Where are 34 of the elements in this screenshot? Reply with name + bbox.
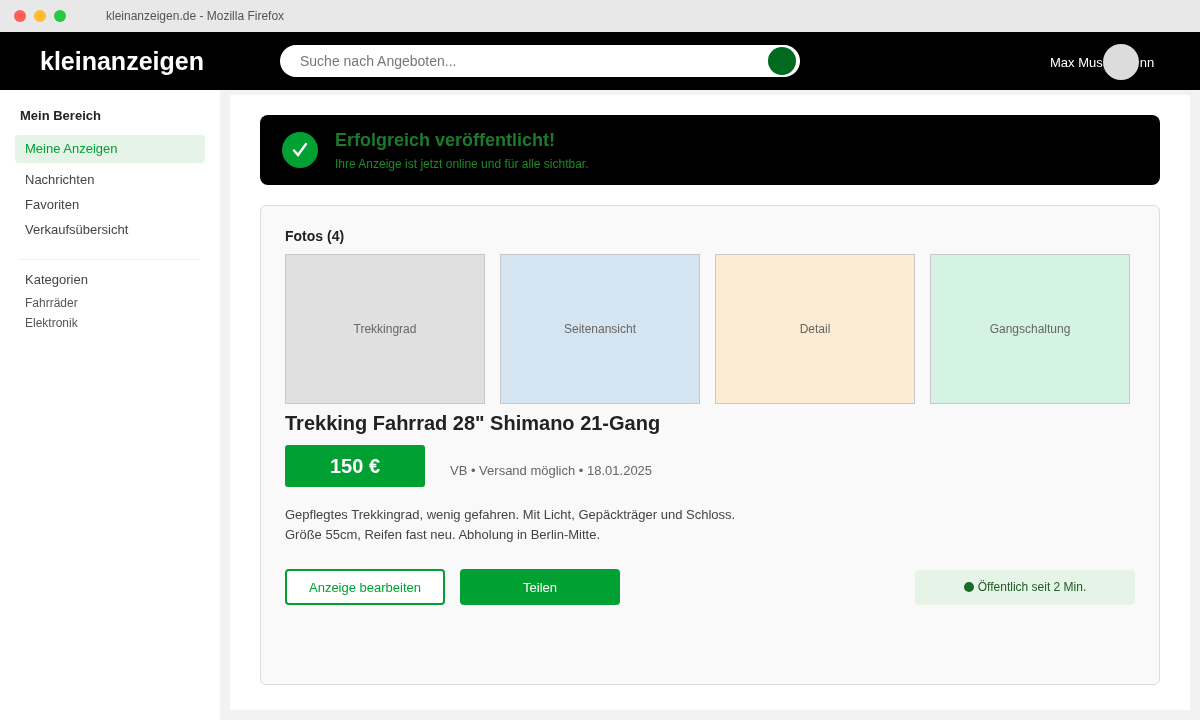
listing-title: Trekking Fahrrad 28" Shimano 21-Gang bbox=[285, 412, 662, 435]
checkmark-icon bbox=[282, 132, 318, 168]
listing-meta: VB • Versand möglich • 18.01.2025 bbox=[450, 462, 653, 478]
minimize-window-icon[interactable] bbox=[34, 10, 46, 22]
description-text: Gepflegtes Trekkingrad, wenig gefahren. Mit Licht, Gepäckträger und Schloss. bbox=[285, 506, 737, 524]
photo-placeholder[interactable]: Seitenansicht bbox=[500, 254, 700, 404]
description-text: Größe 55cm, Reifen fast neu. Abholung in Berlin-Mitte. bbox=[285, 526, 602, 544]
close-window-icon[interactable] bbox=[14, 10, 26, 22]
sidebar-item[interactable]: Meine Anzeigen bbox=[15, 135, 205, 163]
user-name: Max Mus bbox=[1050, 54, 1103, 70]
maximize-window-icon[interactable] bbox=[54, 10, 66, 22]
status-dot-icon bbox=[963, 582, 974, 592]
edit-button[interactable]: Anzeige bearbeiten bbox=[285, 569, 445, 605]
photo-placeholder[interactable]: Trekkingrad bbox=[285, 254, 485, 404]
user-name: nn bbox=[1139, 54, 1155, 70]
sidebar-heading: Mein Bereich bbox=[20, 108, 102, 123]
avatar-icon[interactable] bbox=[1102, 44, 1139, 80]
site-logo[interactable]: kleinanzeigen bbox=[40, 46, 280, 76]
window-title: kleinanzeigen.de - Mozilla Firefox bbox=[106, 9, 285, 23]
sidebar-item[interactable]: Favoriten bbox=[15, 192, 205, 217]
banner-text: Ihre Anzeige ist jetzt online und für alle sichtbar. bbox=[335, 156, 589, 171]
photo-placeholder[interactable]: Gangschaltung bbox=[930, 254, 1130, 404]
category-link[interactable]: Fahrräder bbox=[15, 296, 205, 316]
search-field[interactable]: Suche nach Angeboten... bbox=[280, 45, 800, 77]
sidebar-item[interactable]: Verkaufsübersicht bbox=[15, 217, 205, 242]
category-link[interactable]: Elektronik bbox=[15, 316, 205, 336]
sidebar-item[interactable]: Nachrichten bbox=[15, 167, 205, 192]
photo-placeholder[interactable]: Detail bbox=[715, 254, 915, 404]
categories-heading: Kategorien bbox=[24, 272, 89, 287]
price-tag: 150 € bbox=[285, 445, 425, 487]
banner-title: Erfolgreich veröffentlicht! bbox=[335, 129, 557, 151]
share-button[interactable]: Teilen bbox=[460, 569, 620, 605]
photos-label: Fotos (4) bbox=[285, 228, 346, 244]
status-text: Öffentlich seit 2 Min. bbox=[977, 580, 1087, 594]
